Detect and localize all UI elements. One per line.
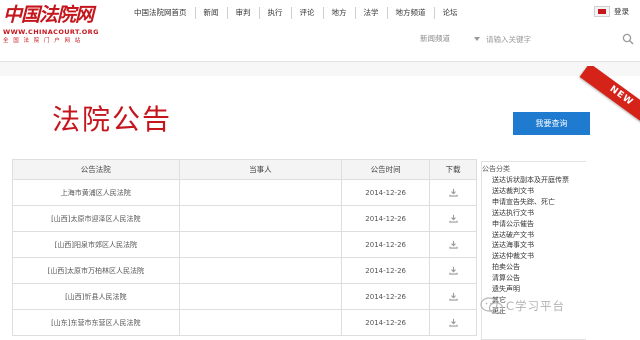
party-cell bbox=[178, 205, 343, 232]
search-bar: 新闻频道 bbox=[416, 28, 636, 50]
new-ribbon-label: NEW bbox=[579, 66, 640, 130]
party-cell bbox=[178, 179, 343, 206]
logo-mark: 中国法院网 bbox=[3, 4, 94, 26]
download-cell[interactable] bbox=[429, 205, 477, 232]
table-row[interactable]: [山西]太原市迎泽区人民法院 2014-12-26 bbox=[12, 205, 477, 232]
date-cell: 2014-12-26 bbox=[341, 231, 431, 258]
date-cell: 2014-12-26 bbox=[341, 179, 431, 206]
nav-item-home[interactable]: 中国法院网首页 bbox=[126, 7, 196, 19]
download-icon[interactable] bbox=[448, 266, 458, 275]
site-header: 中国法院网 WWW.CHINACOURT.ORG 全 国 法 院 门 户 网 站… bbox=[0, 0, 640, 62]
column-header-party: 当事人 bbox=[178, 159, 343, 180]
chevron-down-icon[interactable] bbox=[474, 37, 480, 41]
new-ribbon: NEW bbox=[568, 66, 640, 146]
category-option[interactable]: 送达执行文书 bbox=[492, 208, 569, 219]
logo-tagline: 全 国 法 院 门 户 网 站 bbox=[3, 38, 82, 44]
party-cell bbox=[178, 231, 343, 258]
top-nav: 中国法院网首页 新闻 审判 执行 评论 地方 法学 地方频道 论坛 bbox=[126, 6, 466, 20]
table-row[interactable]: [山东]东营市东营区人民法院 2014-12-26 bbox=[12, 309, 477, 336]
table-header-row: 公告法院 当事人 公告时间 下载 bbox=[12, 159, 477, 180]
nav-item-commentary[interactable]: 评论 bbox=[292, 7, 324, 19]
nav-item-news[interactable]: 新闻 bbox=[196, 7, 228, 19]
download-icon[interactable] bbox=[448, 292, 458, 301]
category-option[interactable]: 申请宣告失踪、死亡 bbox=[492, 197, 569, 208]
court-cell[interactable]: [山东]东营市东营区人民法院 bbox=[12, 309, 180, 336]
watermark: C学习平台 bbox=[480, 296, 565, 316]
court-cell[interactable]: [山西]太原市迎泽区人民法院 bbox=[12, 205, 180, 232]
category-option[interactable]: 清算公告 bbox=[492, 273, 569, 284]
login-flag-icon[interactable] bbox=[594, 6, 610, 17]
party-cell bbox=[178, 257, 343, 284]
search-input[interactable] bbox=[486, 32, 614, 46]
nav-item-local[interactable]: 地方 bbox=[324, 7, 356, 19]
court-cell[interactable]: 上海市黄浦区人民法院 bbox=[12, 179, 180, 206]
header-divider-band bbox=[0, 62, 640, 76]
download-cell[interactable] bbox=[429, 283, 477, 310]
category-option[interactable]: 送达破产文书 bbox=[492, 230, 569, 241]
category-option[interactable]: 送达海事文书 bbox=[492, 240, 569, 251]
download-cell[interactable] bbox=[429, 179, 477, 206]
chat-bubble-icon bbox=[480, 297, 504, 314]
category-header: 公告分类 bbox=[482, 165, 510, 173]
search-icon[interactable] bbox=[622, 33, 634, 45]
download-icon[interactable] bbox=[448, 318, 458, 327]
court-cell[interactable]: [山西]太原市万柏林区人民法院 bbox=[12, 257, 180, 284]
nav-item-trial[interactable]: 审判 bbox=[228, 7, 260, 19]
nav-item-forum[interactable]: 论坛 bbox=[435, 7, 466, 19]
nav-item-law[interactable]: 法学 bbox=[356, 7, 388, 19]
court-cell[interactable]: [山西]忻县人民法院 bbox=[12, 283, 180, 310]
category-option[interactable]: 遗失声明 bbox=[492, 284, 569, 295]
table-row[interactable]: [山西]太原市万柏林区人民法院 2014-12-26 bbox=[12, 257, 477, 284]
date-cell: 2014-12-26 bbox=[341, 205, 431, 232]
logo-url: WWW.CHINACOURT.ORG bbox=[3, 28, 99, 36]
column-header-download: 下载 bbox=[429, 159, 477, 180]
category-option[interactable]: 送达诉状副本及开庭传票 bbox=[492, 175, 569, 186]
login-link[interactable]: 登录 bbox=[614, 6, 629, 18]
download-icon[interactable] bbox=[448, 214, 458, 223]
court-cell[interactable]: [山西]阳泉市郊区人民法院 bbox=[12, 231, 180, 258]
download-cell[interactable] bbox=[429, 257, 477, 284]
channel-select[interactable]: 新闻频道 bbox=[420, 33, 450, 45]
party-cell bbox=[178, 309, 343, 336]
party-cell bbox=[178, 283, 343, 310]
category-option[interactable]: 拍卖公告 bbox=[492, 262, 569, 273]
column-header-date: 公告时间 bbox=[341, 159, 431, 180]
download-icon[interactable] bbox=[448, 240, 458, 249]
date-cell: 2014-12-26 bbox=[341, 257, 431, 284]
column-header-court: 公告法院 bbox=[12, 159, 180, 180]
page-title: 法院公告 bbox=[52, 103, 173, 136]
watermark-text: C学习平台 bbox=[506, 299, 566, 313]
download-cell[interactable] bbox=[429, 231, 477, 258]
download-cell[interactable] bbox=[429, 309, 477, 336]
nav-item-execution[interactable]: 执行 bbox=[260, 7, 292, 19]
download-icon[interactable] bbox=[448, 188, 458, 197]
category-option[interactable]: 送达裁判文书 bbox=[492, 186, 569, 197]
category-option[interactable]: 送达仲裁文书 bbox=[492, 251, 569, 262]
nav-item-local-channel[interactable]: 地方频道 bbox=[388, 7, 435, 19]
date-cell: 2014-12-26 bbox=[341, 309, 431, 336]
date-cell: 2014-12-26 bbox=[341, 283, 431, 310]
table-row[interactable]: [山西]阳泉市郊区人民法院 2014-12-26 bbox=[12, 231, 477, 258]
site-logo[interactable]: 中国法院网 WWW.CHINACOURT.ORG 全 国 法 院 门 户 网 站 bbox=[3, 3, 115, 53]
table-row[interactable]: [山西]忻县人民法院 2014-12-26 bbox=[12, 283, 477, 310]
table-row[interactable]: 上海市黄浦区人民法院 2014-12-26 bbox=[12, 179, 477, 206]
category-option[interactable]: 申请公示催告 bbox=[492, 219, 569, 230]
notice-table: 公告法院 当事人 公告时间 下载 上海市黄浦区人民法院 2014-12-26 [… bbox=[12, 159, 477, 336]
